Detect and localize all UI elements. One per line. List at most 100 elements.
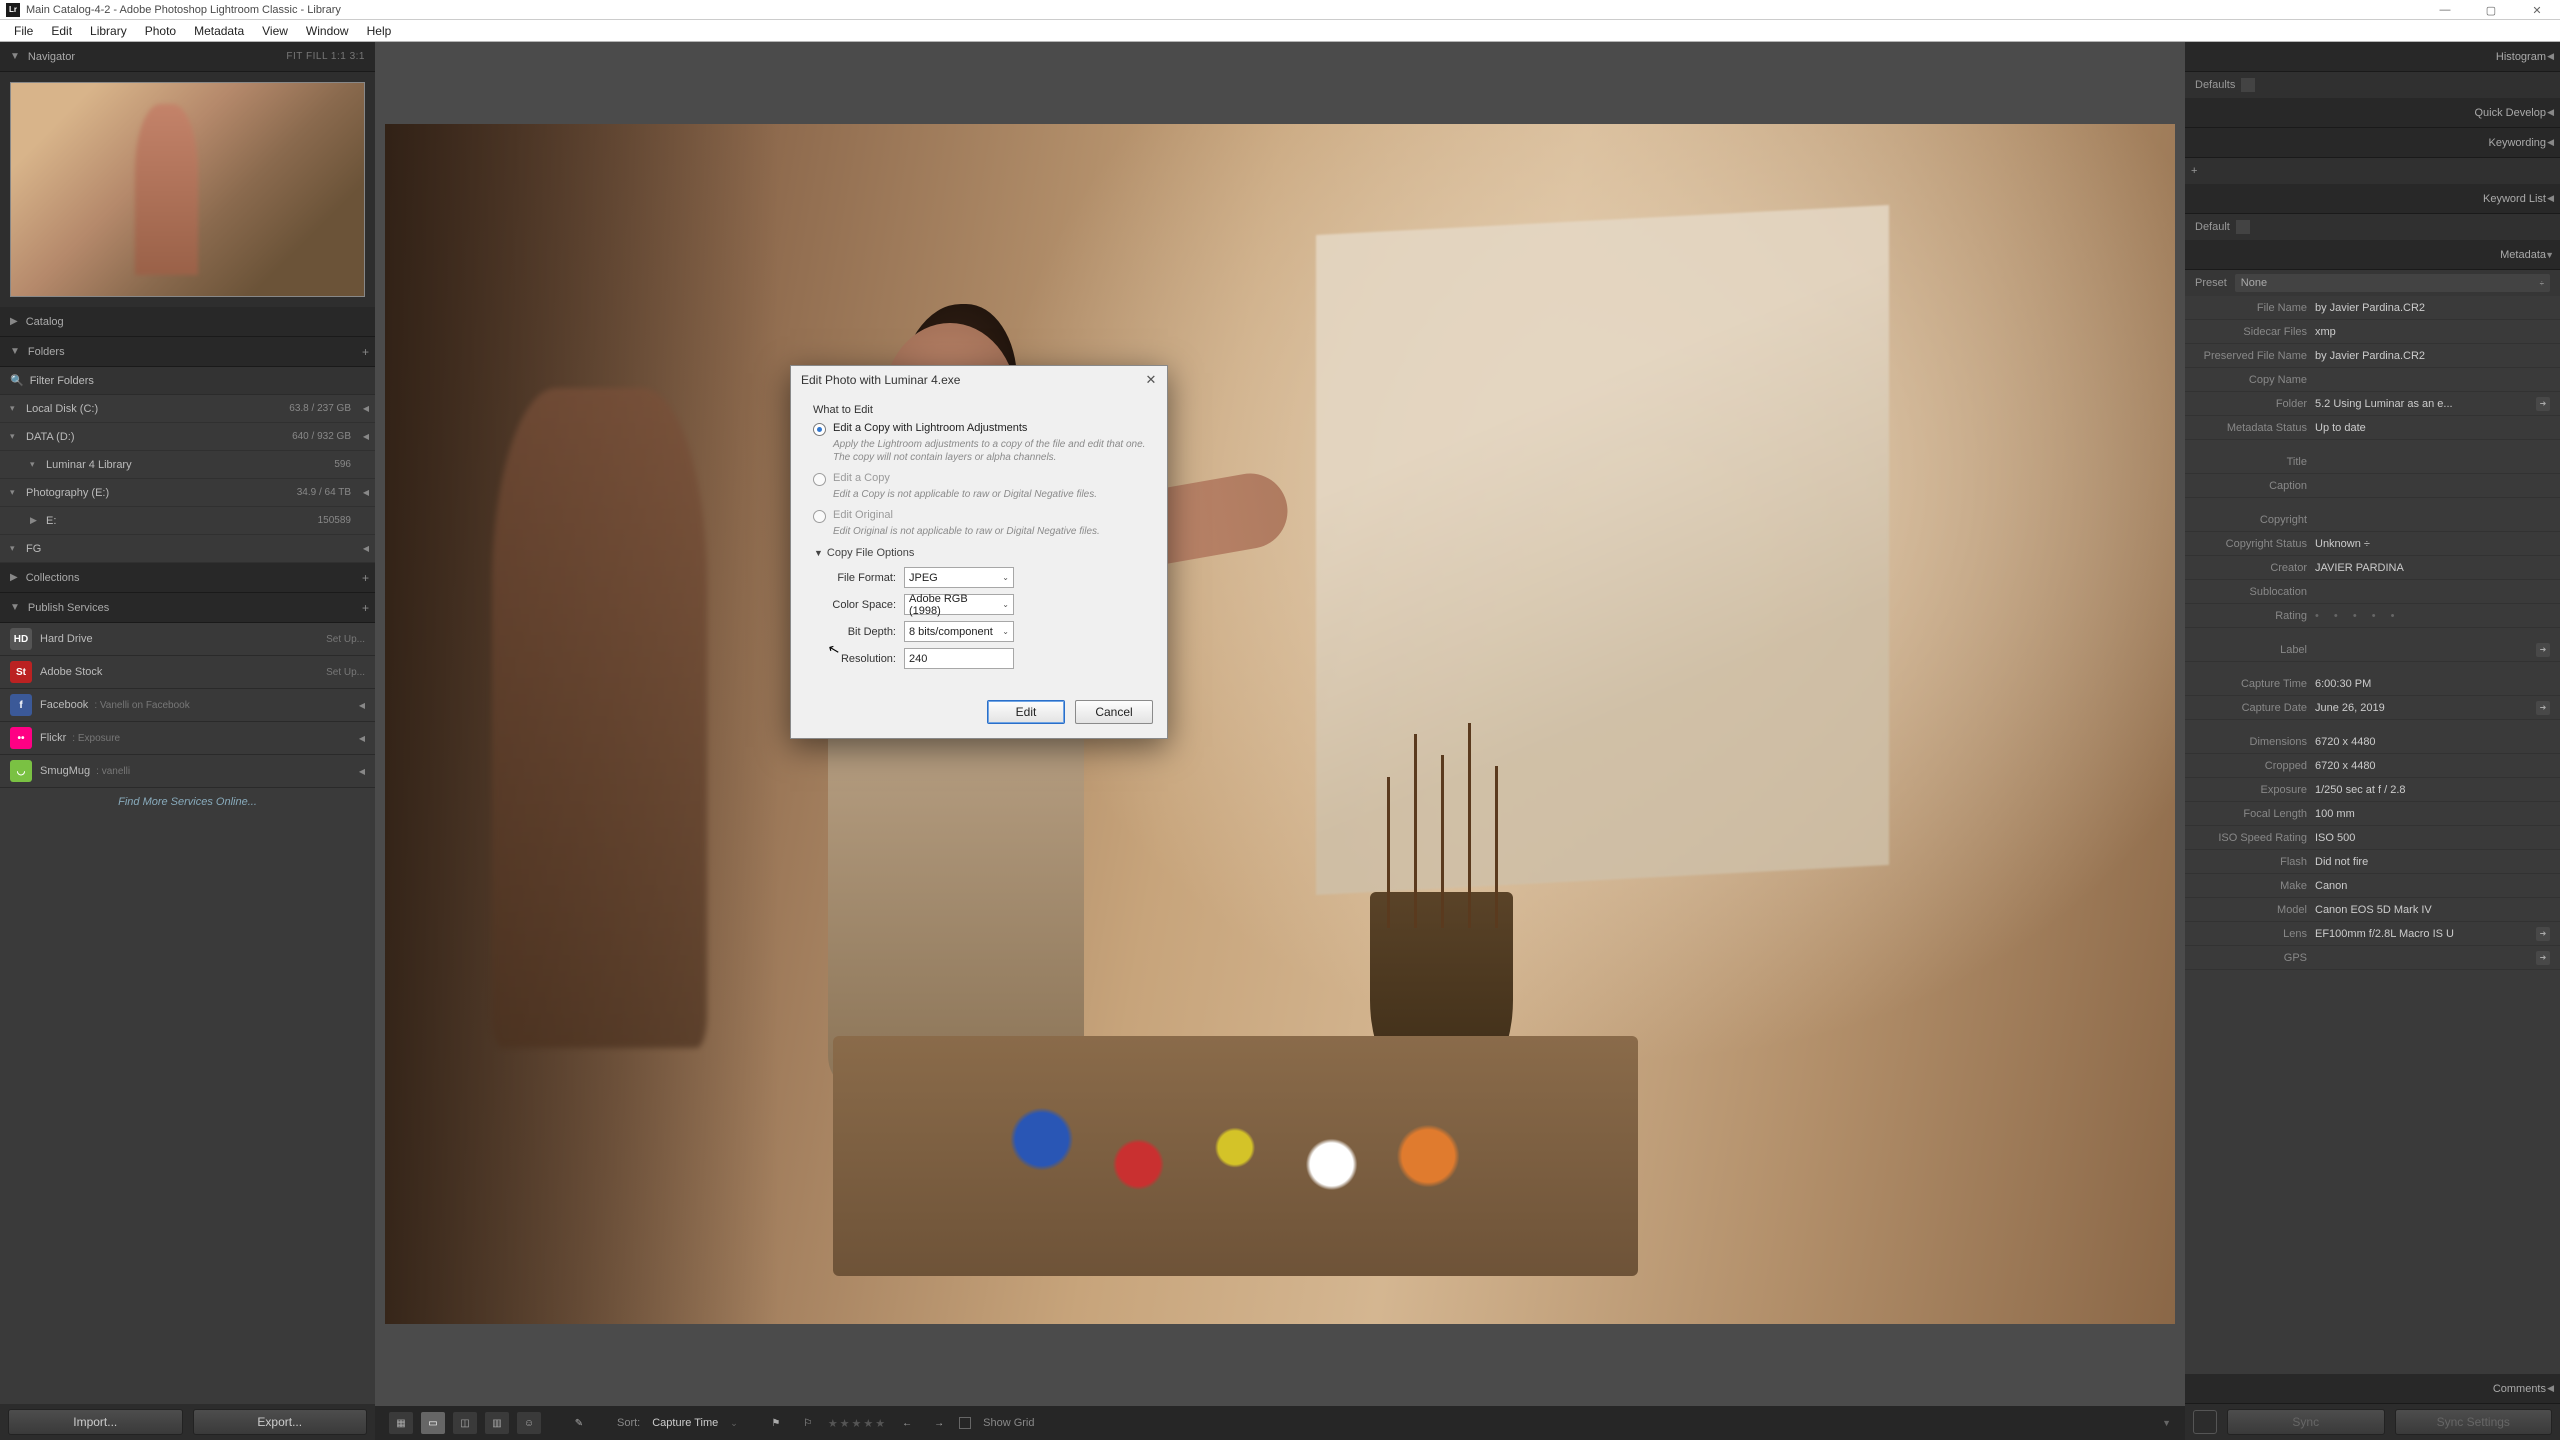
export-button[interactable]: Export... <box>193 1409 368 1435</box>
next-photo[interactable]: → <box>927 1412 951 1434</box>
panel-metadata[interactable]: Metadata▼ <box>2185 240 2560 270</box>
go-icon[interactable]: ➜ <box>2536 927 2550 941</box>
metadata-row[interactable]: ModelCanon EOS 5D Mark IV <box>2185 898 2560 922</box>
sort-select[interactable]: Capture Time <box>652 1417 718 1429</box>
chevron-down-icon[interactable]: ▼ <box>2162 1418 2171 1428</box>
publish-service-row[interactable]: HDHard DriveSet Up... <box>0 623 375 656</box>
copy-file-options-toggle[interactable]: ▼ Copy File Options <box>814 547 1150 559</box>
dialog-close-button[interactable]: ✕ <box>1141 370 1161 390</box>
metadata-row[interactable]: ISO Speed RatingISO 500 <box>2185 826 2560 850</box>
panel-navigator[interactable]: ▼ Navigator FIT FILL 1:1 3:1 <box>0 42 375 72</box>
metadata-preset-slot[interactable] <box>2236 220 2250 234</box>
dialog-edit-button[interactable]: Edit <box>987 700 1065 724</box>
window-close[interactable]: ✕ <box>2514 0 2560 20</box>
survey-view-button[interactable]: ▥ <box>485 1412 509 1434</box>
go-icon[interactable]: ➜ <box>2536 397 2550 411</box>
find-more-services-link[interactable]: Find More Services Online... <box>0 788 375 816</box>
metadata-row[interactable]: Folder5.2 Using Luminar as an e...➜ <box>2185 392 2560 416</box>
publish-service-row[interactable]: ••Flickr : Exposure◀ <box>0 722 375 755</box>
show-grid-checkbox[interactable] <box>959 1417 971 1429</box>
metadata-row[interactable]: Sidecar Filesxmp <box>2185 320 2560 344</box>
navigator-zoom-options[interactable]: FIT FILL 1:1 3:1 <box>286 51 365 62</box>
menu-metadata[interactable]: Metadata <box>186 22 252 40</box>
field-select[interactable]: Adobe RGB (1998)⌄ <box>904 594 1014 615</box>
folder-row[interactable]: ▾Local Disk (C:)63.8 / 237 GB◀ <box>0 395 375 423</box>
menu-photo[interactable]: Photo <box>137 22 184 40</box>
panel-quickdevelop[interactable]: Quick Develop◀ <box>2185 98 2560 128</box>
metadata-row[interactable]: GPS➜ <box>2185 946 2560 970</box>
go-icon[interactable]: ➜ <box>2536 951 2550 965</box>
grid-view-button[interactable]: ▦ <box>389 1412 413 1434</box>
panel-keywordlist[interactable]: Keyword List◀ <box>2185 184 2560 214</box>
metadata-row[interactable]: LensEF100mm f/2.8L Macro IS U➜ <box>2185 922 2560 946</box>
metadata-row[interactable]: Metadata StatusUp to date <box>2185 416 2560 440</box>
metadata-row[interactable]: Cropped6720 x 4480 <box>2185 754 2560 778</box>
rating-dots[interactable]: • • • • • <box>2315 610 2400 622</box>
prev-photo[interactable]: ← <box>895 1412 919 1434</box>
main-image[interactable] <box>385 124 2175 1324</box>
metadata-row[interactable]: Preserved File Nameby Javier Pardina.CR2 <box>2185 344 2560 368</box>
rating-stars[interactable]: ★★★★★ <box>828 1417 887 1430</box>
metadata-row[interactable]: Capture DateJune 26, 2019➜ <box>2185 696 2560 720</box>
panel-folders[interactable]: ▼ Folders <box>0 337 375 367</box>
painter-tool[interactable]: ✎ <box>567 1412 591 1434</box>
loupe-view-button[interactable]: ▭ <box>421 1412 445 1434</box>
keywordlist-add[interactable]: + <box>2185 158 2560 184</box>
metadata-default[interactable]: Default <box>2185 214 2560 240</box>
menu-library[interactable]: Library <box>82 22 135 40</box>
publish-service-row[interactable]: ◡SmugMug : vanelli◀ <box>0 755 375 788</box>
folder-row[interactable]: ▾FG◀ <box>0 535 375 563</box>
metadata-row[interactable]: Capture Time6:00:30 PM <box>2185 672 2560 696</box>
sync-button[interactable]: Sync <box>2227 1409 2385 1435</box>
metadata-row[interactable]: Copyright <box>2185 508 2560 532</box>
metadata-row[interactable]: Copyright StatusUnknown ÷ <box>2185 532 2560 556</box>
metadata-row[interactable]: Label➜ <box>2185 638 2560 662</box>
panel-histogram[interactable]: Histogram◀ <box>2185 42 2560 72</box>
metadata-row[interactable]: Exposure1/250 sec at f / 2.8 <box>2185 778 2560 802</box>
people-view-button[interactable]: ☺ <box>517 1412 541 1434</box>
metadata-row[interactable]: Focal Length100 mm <box>2185 802 2560 826</box>
folder-row[interactable]: ▾Photography (E:)34.9 / 64 TB◀ <box>0 479 375 507</box>
panel-catalog[interactable]: ▶ Catalog <box>0 307 375 337</box>
metadata-preset-row[interactable]: Preset None÷ <box>2185 270 2560 296</box>
panel-keywording[interactable]: Keywording◀ <box>2185 128 2560 158</box>
navigator-thumbnail[interactable] <box>10 82 365 297</box>
go-icon[interactable]: ➜ <box>2536 643 2550 657</box>
compare-view-button[interactable]: ◫ <box>453 1412 477 1434</box>
folder-row[interactable]: ▶E:150589 <box>0 507 375 535</box>
metadata-row[interactable]: CreatorJAVIER PARDINA <box>2185 556 2560 580</box>
metadata-row[interactable]: Copy Name <box>2185 368 2560 392</box>
field-select[interactable]: 8 bits/component⌄ <box>904 621 1014 642</box>
window-minimize[interactable]: — <box>2422 0 2468 20</box>
filter-folders-input[interactable]: 🔍 Filter Folders <box>0 367 375 395</box>
defaults-preset-slot[interactable] <box>2241 78 2255 92</box>
metadata-row[interactable]: Title <box>2185 450 2560 474</box>
panel-comments[interactable]: Comments◀ <box>2185 1374 2560 1404</box>
field-input[interactable]: 240 <box>904 648 1014 669</box>
menu-edit[interactable]: Edit <box>43 22 80 40</box>
import-button[interactable]: Import... <box>8 1409 183 1435</box>
sync-prev-button[interactable] <box>2193 1410 2217 1434</box>
flag-reject[interactable]: ⚐ <box>796 1412 820 1434</box>
metadata-row[interactable]: Sublocation <box>2185 580 2560 604</box>
window-maximize[interactable]: ▢ <box>2468 0 2514 20</box>
dialog-cancel-button[interactable]: Cancel <box>1075 700 1153 724</box>
metadata-row[interactable]: Dimensions6720 x 4480 <box>2185 730 2560 754</box>
metadata-row[interactable]: MakeCanon <box>2185 874 2560 898</box>
quickdevelop-defaults[interactable]: Defaults <box>2185 72 2560 98</box>
sync-settings-button[interactable]: Sync Settings <box>2395 1409 2553 1435</box>
setup-link[interactable]: Set Up... <box>326 634 365 645</box>
folder-row[interactable]: ▾DATA (D:)640 / 932 GB◀ <box>0 423 375 451</box>
setup-link[interactable]: Set Up... <box>326 667 365 678</box>
publish-service-row[interactable]: StAdobe StockSet Up... <box>0 656 375 689</box>
edit-option[interactable]: Edit a Copy with Lightroom Adjustments <box>813 422 1151 436</box>
metadata-row[interactable]: FlashDid not fire <box>2185 850 2560 874</box>
field-select[interactable]: JPEG⌄ <box>904 567 1014 588</box>
menu-view[interactable]: View <box>254 22 296 40</box>
menu-window[interactable]: Window <box>298 22 357 40</box>
menu-help[interactable]: Help <box>359 22 400 40</box>
metadata-row[interactable]: Rating• • • • • <box>2185 604 2560 628</box>
metadata-preset-select[interactable]: None÷ <box>2235 274 2550 292</box>
menu-file[interactable]: File <box>6 22 41 40</box>
folder-row[interactable]: ▾Luminar 4 Library596 <box>0 451 375 479</box>
